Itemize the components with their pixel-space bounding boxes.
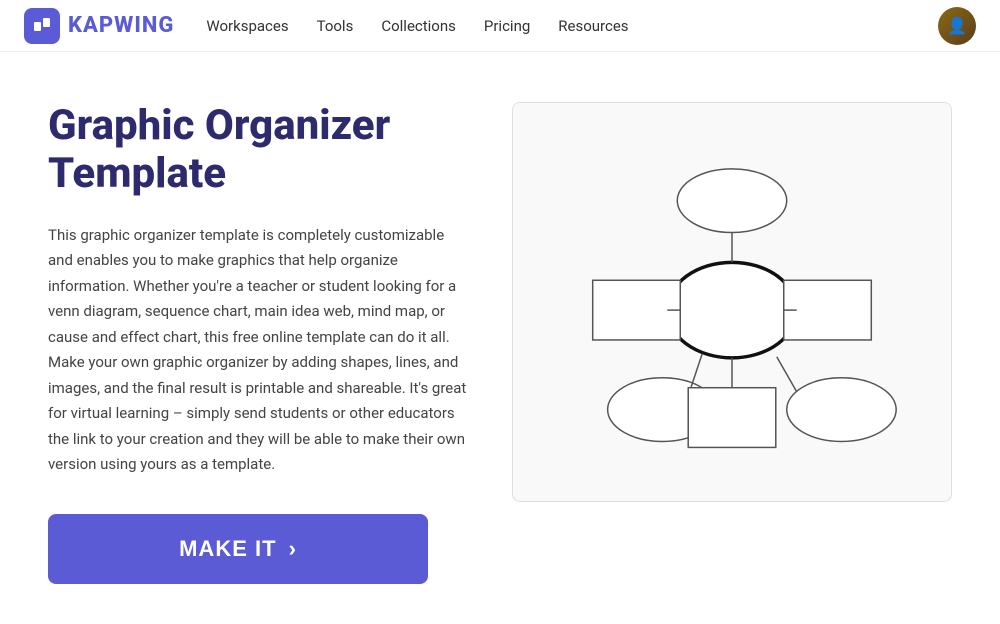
make-it-button[interactable]: MAKE IT ›: [48, 514, 428, 584]
hero-description: This graphic organizer template is compl…: [48, 223, 472, 478]
diagram-panel: [512, 102, 952, 502]
avatar-image: 👤: [938, 7, 976, 45]
nav-links: Workspaces Tools Collections Pricing Res…: [206, 17, 906, 35]
page-title: Graphic Organizer Template: [48, 102, 472, 199]
nav-tools[interactable]: Tools: [317, 17, 354, 35]
nav-pricing[interactable]: Pricing: [484, 17, 530, 35]
logo-icon: [24, 8, 60, 44]
nav-workspaces[interactable]: Workspaces: [206, 17, 288, 35]
logo-link[interactable]: KAPWING: [24, 8, 174, 44]
graphic-organizer-diagram: [533, 133, 931, 471]
nav-collections[interactable]: Collections: [381, 17, 456, 35]
avatar[interactable]: 👤: [938, 7, 976, 45]
left-column: Graphic Organizer Template This graphic …: [48, 102, 472, 584]
main-content: Graphic Organizer Template This graphic …: [0, 52, 1000, 624]
nav-resources[interactable]: Resources: [558, 17, 628, 35]
logo-text: KAPWING: [68, 13, 174, 38]
chevron-right-icon: ›: [289, 536, 297, 562]
navbar: KAPWING Workspaces Tools Collections Pri…: [0, 0, 1000, 52]
make-it-label: MAKE IT: [179, 536, 276, 562]
